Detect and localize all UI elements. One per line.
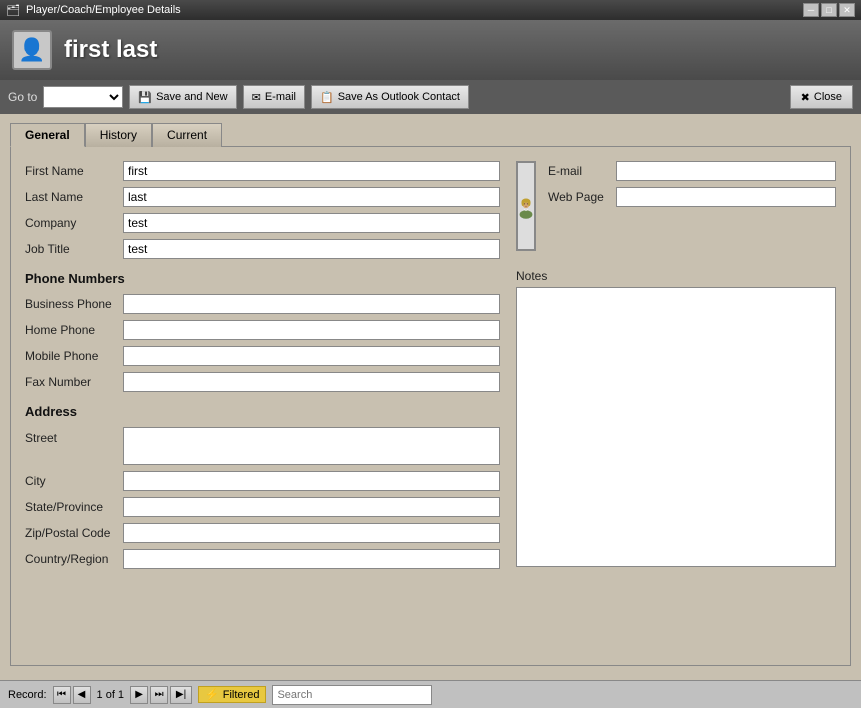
email-icon: ✉ bbox=[252, 91, 261, 104]
webpage-label: Web Page bbox=[548, 190, 608, 204]
goto-label: Go to bbox=[8, 90, 37, 104]
company-input[interactable] bbox=[123, 213, 500, 233]
close-button[interactable]: ✖ Close bbox=[790, 85, 853, 109]
photo-area bbox=[516, 161, 536, 251]
zip-label: Zip/Postal Code bbox=[25, 526, 115, 540]
outlook-button[interactable]: 📋 Save As Outlook Contact bbox=[311, 85, 469, 109]
first-name-label: First Name bbox=[25, 164, 115, 178]
filtered-badge: ⚡ Filtered bbox=[198, 686, 266, 703]
header-person-icon: 👤 bbox=[12, 30, 52, 70]
fax-number-row: Fax Number bbox=[25, 372, 500, 392]
goto-dropdown[interactable] bbox=[43, 86, 123, 108]
job-title-label: Job Title bbox=[25, 242, 115, 256]
street-input[interactable] bbox=[123, 427, 500, 465]
state-input[interactable] bbox=[123, 497, 500, 517]
business-phone-label: Business Phone bbox=[25, 297, 115, 311]
country-input[interactable] bbox=[123, 549, 500, 569]
first-record-button[interactable]: ⏮ bbox=[53, 686, 71, 704]
mobile-phone-input[interactable] bbox=[123, 346, 500, 366]
webpage-input[interactable] bbox=[616, 187, 836, 207]
minimize-button[interactable]: ─ bbox=[803, 3, 819, 17]
home-phone-input[interactable] bbox=[123, 320, 500, 340]
company-label: Company bbox=[25, 216, 115, 230]
save-new-icon: 💾 bbox=[138, 91, 152, 104]
zip-row: Zip/Postal Code bbox=[25, 523, 500, 543]
notes-label: Notes bbox=[516, 269, 836, 283]
app-icon: 🗂 bbox=[6, 4, 20, 17]
avatar-image bbox=[518, 166, 534, 246]
fax-number-label: Fax Number bbox=[25, 375, 115, 389]
toolbar: Go to 💾 Save and New ✉ E-mail 📋 Save As … bbox=[0, 80, 861, 114]
tab-history[interactable]: History bbox=[85, 123, 152, 147]
city-row: City bbox=[25, 471, 500, 491]
email-button[interactable]: ✉ E-mail bbox=[243, 85, 305, 109]
address-section-title: Address bbox=[25, 404, 500, 419]
outlook-icon: 📋 bbox=[320, 91, 334, 104]
right-contact-fields: E-mail Web Page bbox=[548, 161, 836, 259]
tab-general[interactable]: General bbox=[10, 123, 85, 147]
maximize-button[interactable]: □ bbox=[821, 3, 837, 17]
business-phone-input[interactable] bbox=[123, 294, 500, 314]
first-name-input[interactable] bbox=[123, 161, 500, 181]
street-row: Street bbox=[25, 427, 500, 465]
email-row: E-mail bbox=[548, 161, 836, 181]
tab-general-content: First Name Last Name Company Job Title P… bbox=[10, 146, 851, 666]
person-icon: 👤 bbox=[18, 37, 45, 63]
filtered-icon: ⚡ bbox=[205, 688, 219, 701]
first-name-row: First Name bbox=[25, 161, 500, 181]
close-icon: ✖ bbox=[801, 91, 810, 104]
country-label: Country/Region bbox=[25, 552, 115, 566]
tab-current[interactable]: Current bbox=[152, 123, 222, 147]
city-input[interactable] bbox=[123, 471, 500, 491]
last-name-input[interactable] bbox=[123, 187, 500, 207]
title-bar: 🗂 Player/Coach/Employee Details ─ □ ✕ bbox=[0, 0, 861, 20]
email-input[interactable] bbox=[616, 161, 836, 181]
home-phone-row: Home Phone bbox=[25, 320, 500, 340]
form-left: First Name Last Name Company Job Title P… bbox=[25, 161, 500, 575]
country-row: Country/Region bbox=[25, 549, 500, 569]
search-input[interactable] bbox=[272, 685, 432, 705]
job-title-input[interactable] bbox=[123, 239, 500, 259]
last-name-label: Last Name bbox=[25, 190, 115, 204]
record-count: 1 of 1 bbox=[97, 689, 125, 701]
next-record-button[interactable]: ▶ bbox=[130, 686, 148, 704]
webpage-row: Web Page bbox=[548, 187, 836, 207]
state-row: State/Province bbox=[25, 497, 500, 517]
tab-bar: General History Current bbox=[10, 122, 851, 146]
last-record-button[interactable]: ⏭ bbox=[150, 686, 168, 704]
window-title: Player/Coach/Employee Details bbox=[26, 4, 181, 16]
street-label: Street bbox=[25, 431, 115, 445]
mobile-phone-label: Mobile Phone bbox=[25, 349, 115, 363]
notes-textarea[interactable] bbox=[516, 287, 836, 567]
state-label: State/Province bbox=[25, 500, 115, 514]
company-row: Company bbox=[25, 213, 500, 233]
record-label: Record: bbox=[8, 689, 47, 701]
mobile-phone-row: Mobile Phone bbox=[25, 346, 500, 366]
main-content: General History Current First Name Last … bbox=[0, 114, 861, 680]
record-title: first last bbox=[64, 36, 157, 64]
prev-record-button[interactable]: ◀ bbox=[73, 686, 91, 704]
email-label: E-mail bbox=[548, 164, 608, 178]
home-phone-label: Home Phone bbox=[25, 323, 115, 337]
form-right: E-mail Web Page Notes bbox=[516, 161, 836, 575]
new-record-button[interactable]: ▶| bbox=[170, 686, 192, 704]
header: 👤 first last bbox=[0, 20, 861, 80]
job-title-row: Job Title bbox=[25, 239, 500, 259]
navigation-controls: ⏮ ◀ 1 of 1 ▶ ⏭ ▶| bbox=[53, 686, 193, 704]
zip-input[interactable] bbox=[123, 523, 500, 543]
city-label: City bbox=[25, 474, 115, 488]
fax-number-input[interactable] bbox=[123, 372, 500, 392]
window-close-button[interactable]: ✕ bbox=[839, 3, 855, 17]
save-new-button[interactable]: 💾 Save and New bbox=[129, 85, 236, 109]
phone-section-title: Phone Numbers bbox=[25, 271, 500, 286]
status-bar: Record: ⏮ ◀ 1 of 1 ▶ ⏭ ▶| ⚡ Filtered bbox=[0, 680, 861, 708]
filtered-label: Filtered bbox=[223, 689, 260, 701]
business-phone-row: Business Phone bbox=[25, 294, 500, 314]
last-name-row: Last Name bbox=[25, 187, 500, 207]
